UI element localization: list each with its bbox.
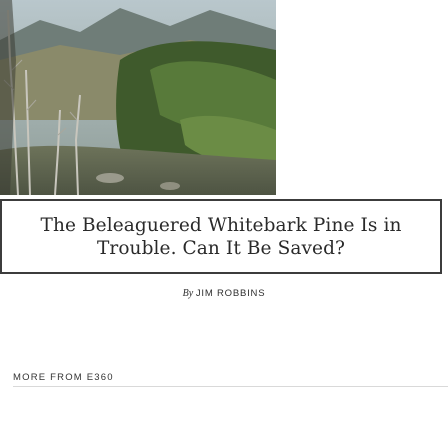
byline-prefix: By bbox=[182, 288, 194, 299]
author-name[interactable]: JIM ROBBINS bbox=[196, 288, 266, 299]
article-headline[interactable]: The Beleaguered Whitebark Pine Is in Tro… bbox=[8, 214, 434, 260]
more-from-link[interactable]: MORE FROM E360 bbox=[13, 372, 114, 383]
byline: By JIM ROBBINS bbox=[0, 288, 448, 299]
headline-box: The Beleaguered Whitebark Pine Is in Tro… bbox=[0, 199, 442, 274]
article-hero-image[interactable] bbox=[0, 0, 276, 195]
forest-landscape-photo bbox=[0, 0, 276, 195]
section-divider bbox=[13, 386, 448, 387]
